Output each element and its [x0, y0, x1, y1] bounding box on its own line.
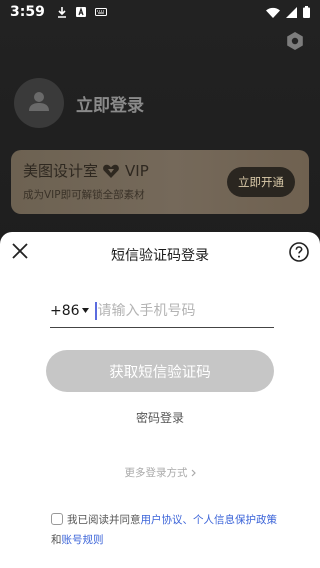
more-login-label: 更多登录方式	[124, 467, 188, 479]
help-button[interactable]	[288, 242, 310, 266]
sheet-header: 短信验证码登录	[0, 232, 320, 276]
agreement-prefix: 我已阅读并同意	[67, 514, 141, 526]
privacy-policy-link[interactable]: 个人信息保护政策	[193, 514, 277, 526]
gear-icon	[285, 31, 305, 55]
help-icon	[289, 242, 309, 266]
keyboard-icon	[94, 8, 107, 16]
agreement-separator: 、	[182, 514, 194, 526]
close-button[interactable]	[10, 243, 30, 263]
account-rules-link[interactable]: 账号规则	[62, 534, 104, 546]
agreement-text: 我已阅读并同意用户协议、个人信息保护政策和账号规则	[51, 510, 281, 550]
battery-icon	[303, 3, 310, 22]
more-login-options[interactable]: 更多登录方式	[0, 465, 320, 480]
get-sms-code-button[interactable]: 获取短信验证码	[46, 350, 274, 392]
vip-brand: 美图设计室	[23, 162, 99, 180]
close-icon	[12, 243, 28, 263]
country-code-selector[interactable]: +86	[50, 303, 80, 319]
dropdown-triangle-icon[interactable]	[81, 308, 89, 313]
a-badge-icon	[75, 7, 86, 17]
chevron-right-icon	[191, 469, 196, 477]
vip-card[interactable]: 美图设计室 VIP 成为VIP即可解锁全部素材 立即开通	[11, 150, 309, 214]
phone-number-input[interactable]	[97, 302, 258, 319]
download-icon	[57, 6, 67, 18]
agreement-checkbox[interactable]	[51, 513, 63, 525]
status-bar: 3:59	[0, 0, 320, 24]
diamond-heart-icon	[103, 164, 119, 178]
login-now-text[interactable]: 立即登录	[76, 91, 144, 116]
sheet-title: 短信验证码登录	[111, 247, 209, 264]
signal-icon	[286, 3, 297, 22]
settings-button[interactable]	[284, 32, 306, 54]
wifi-icon	[266, 3, 280, 22]
user-agreement-link[interactable]: 用户协议	[141, 514, 183, 526]
agreement-and: 和	[51, 534, 62, 546]
avatar[interactable]	[14, 78, 64, 128]
vip-open-button[interactable]: 立即开通	[227, 167, 295, 197]
text-cursor	[94, 301, 97, 320]
status-time: 3:59	[10, 4, 45, 20]
vip-badge: VIP	[125, 161, 149, 180]
phone-input-row: +86	[50, 294, 274, 328]
profile-row[interactable]: 立即登录	[14, 78, 144, 128]
sms-login-sheet: 短信验证码登录 +86 获取短信验证码 密码登录 更多登录方式 我已阅读并同意用…	[0, 232, 320, 568]
user-icon	[28, 90, 50, 116]
password-login-link[interactable]: 密码登录	[0, 409, 320, 426]
